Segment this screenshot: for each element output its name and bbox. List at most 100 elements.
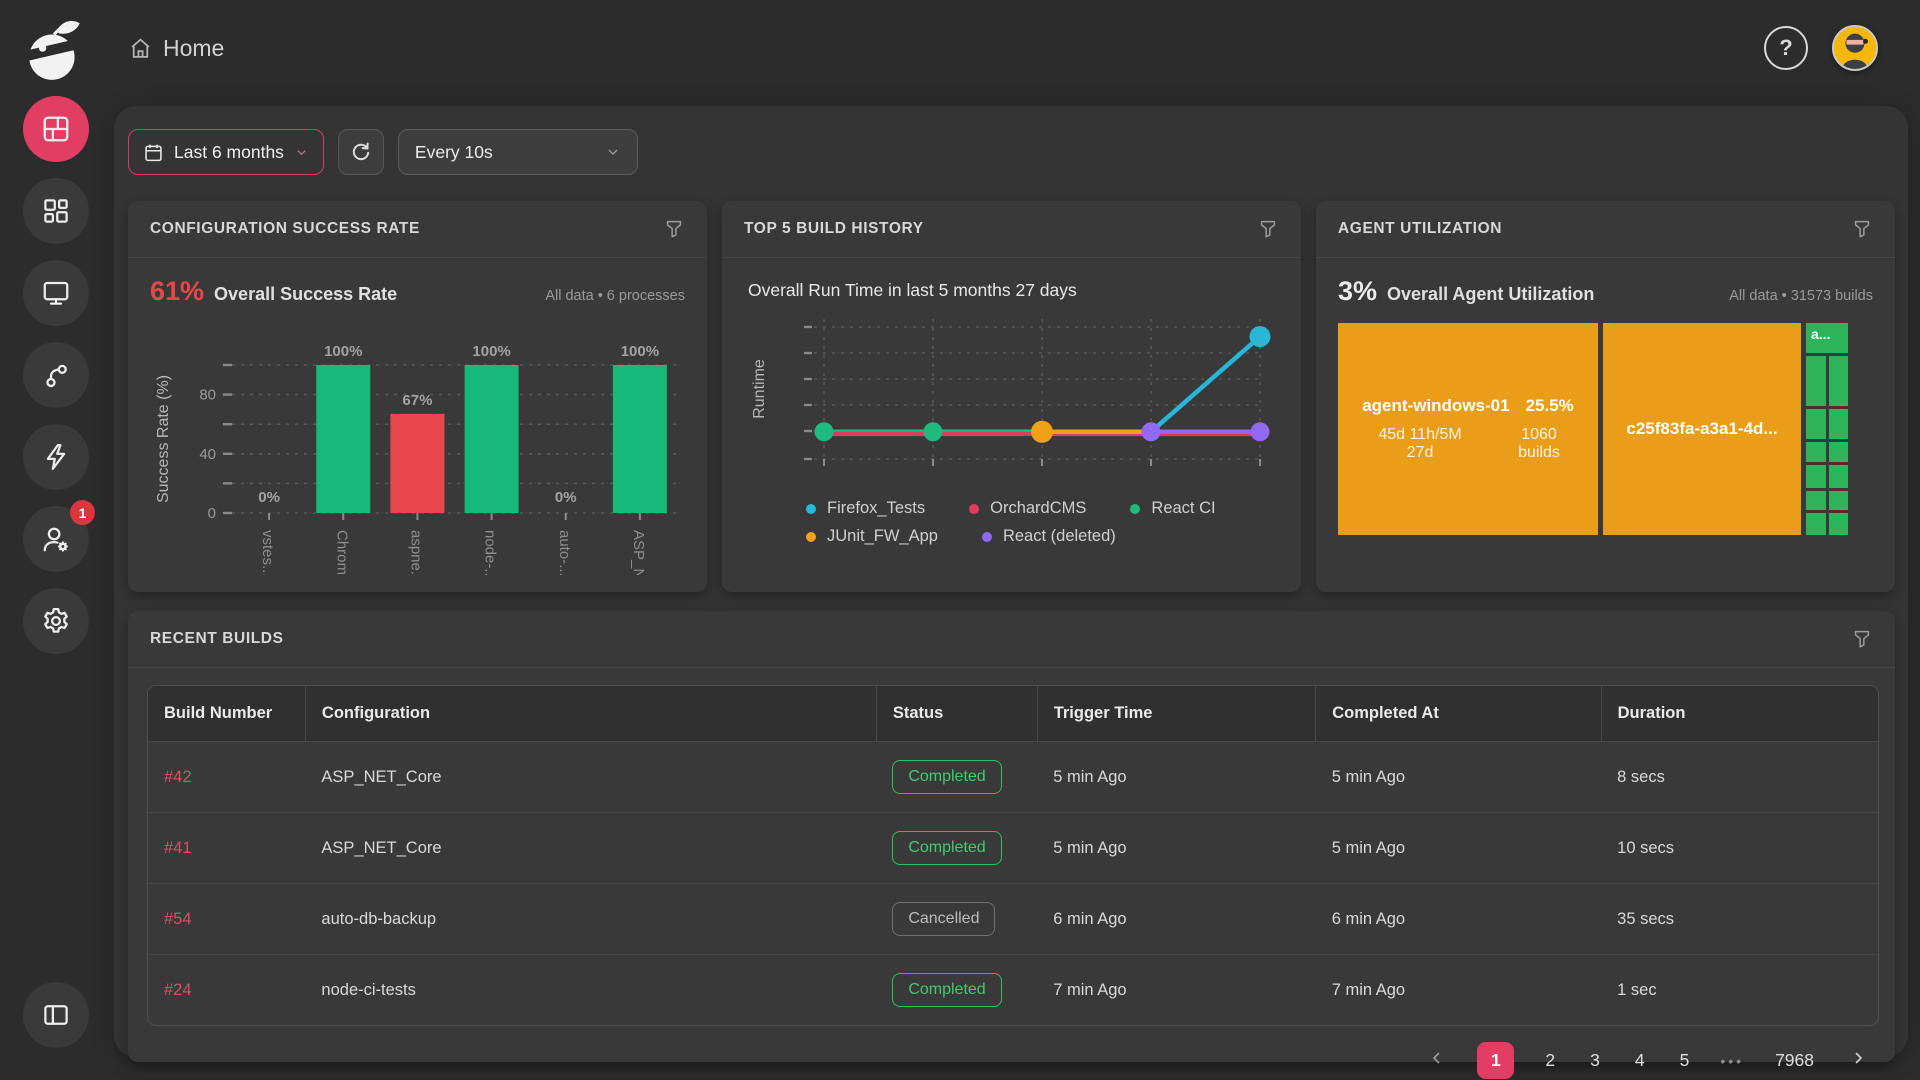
status-badge: Completed [892, 760, 1001, 794]
svg-text:67%: 67% [402, 392, 432, 409]
treemap-block-agent-windows-01[interactable]: agent-windows-01 25.5% 45d 11h/5M 27d 10… [1338, 323, 1598, 535]
table-header-row: Build Number Configuration Status Trigge… [148, 686, 1878, 742]
data-point-React (deleted)[interactable] [1142, 422, 1161, 441]
overall-agent-utilization-label: Overall Agent Utilization [1387, 284, 1594, 305]
sidebar-item-actions[interactable] [23, 424, 89, 490]
sidebar-item-pipelines[interactable] [23, 342, 89, 408]
pagination-previous-button[interactable] [1424, 1045, 1450, 1076]
pagination-next-button[interactable] [1845, 1045, 1871, 1076]
bar-Chrom...[interactable] [316, 365, 370, 513]
series-line-Firefox_Tests[interactable] [1151, 337, 1260, 432]
kiwi-ninja-logo-icon [23, 15, 89, 85]
data-point-JUnit_FW_App[interactable] [1031, 421, 1053, 443]
col-completed-at: Completed At [1316, 686, 1601, 742]
pagination-page-1[interactable]: 1 [1477, 1042, 1514, 1079]
legend-row: JUnit_FW_App React (deleted) [806, 527, 1279, 546]
pagination-ellipsis: ••• [1720, 1053, 1744, 1069]
table-row[interactable]: #42ASP_NET_CoreCompleted5 min Ago5 min A… [148, 742, 1878, 813]
dashboard-layout-icon [41, 114, 71, 144]
ninja-avatar-icon [1834, 27, 1876, 69]
filter-funnel-icon[interactable] [663, 218, 685, 240]
treemap-small-cell[interactable] [1806, 513, 1826, 535]
sidebar-collapse-button[interactable] [23, 982, 89, 1048]
refresh-interval-value: Every 10s [415, 142, 493, 163]
legend-item-React (deleted)[interactable]: React (deleted) [982, 527, 1116, 546]
completed-at-cell: 5 min Ago [1316, 813, 1601, 884]
legend-label: OrchardCMS [990, 499, 1086, 518]
agent-build-count: 1060 builds [1506, 426, 1572, 462]
treemap-small-cell[interactable] [1806, 491, 1826, 510]
data-point-React (deleted)[interactable] [1251, 422, 1270, 441]
treemap-small-cell[interactable] [1806, 356, 1826, 406]
svg-text:node-...: node-... [482, 530, 499, 575]
treemap-small-cell[interactable] [1829, 513, 1849, 535]
treemap-small-block[interactable]: a... [1806, 323, 1848, 353]
legend-item-React CI[interactable]: React CI [1130, 499, 1215, 518]
duration-cell: 1 sec [1601, 955, 1878, 1026]
lightning-bolt-icon [41, 442, 71, 472]
svg-text:Chrom...: Chrom... [333, 530, 350, 575]
sidebar-item-settings[interactable] [23, 588, 89, 654]
recent-builds-card: RECENT BUILDS Build Number Configuration… [128, 611, 1895, 1062]
treemap-cell-row [1806, 465, 1848, 488]
overall-agent-utilization-value: 3% [1338, 276, 1377, 307]
filter-funnel-icon[interactable] [1257, 218, 1279, 240]
bar-ASP_N...[interactable] [613, 365, 667, 513]
treemap-cell-row [1806, 356, 1848, 406]
help-button[interactable]: ? [1764, 26, 1808, 70]
col-duration: Duration [1601, 686, 1878, 742]
user-gear-icon [41, 524, 71, 554]
pagination-page-4[interactable]: 4 [1631, 1046, 1649, 1075]
refresh-interval-select[interactable]: Every 10s [398, 129, 638, 175]
bar-aspne...[interactable] [390, 414, 444, 513]
build-number-cell: #54 [148, 884, 305, 955]
trigger-time-cell: 5 min Ago [1037, 813, 1316, 884]
table-row[interactable]: #41ASP_NET_CoreCompleted5 min Ago5 min A… [148, 813, 1878, 884]
table-row[interactable]: #24node-ci-testsCompleted7 min Ago7 min … [148, 955, 1878, 1026]
treemap-small-cell[interactable] [1806, 442, 1826, 462]
filter-funnel-icon[interactable] [1851, 218, 1873, 240]
legend-dot-icon [969, 504, 979, 514]
legend-item-Firefox_Tests[interactable]: Firefox_Tests [806, 499, 925, 518]
svg-text:0%: 0% [555, 489, 577, 506]
treemap-small-cell[interactable] [1806, 465, 1826, 488]
pagination-page-2[interactable]: 2 [1541, 1046, 1559, 1075]
treemap-cell-row [1806, 491, 1848, 510]
treemap-small-cell[interactable] [1829, 465, 1849, 488]
bar-node-...[interactable] [465, 365, 519, 513]
col-trigger-time: Trigger Time [1037, 686, 1316, 742]
breadcrumb[interactable]: Home [128, 35, 224, 62]
treemap-small-cell[interactable] [1829, 491, 1849, 510]
treemap-small-cell[interactable] [1829, 356, 1849, 406]
date-range-dropdown[interactable]: Last 6 months [128, 129, 324, 175]
table-row[interactable]: #54auto-db-backupCancelled6 min Ago6 min… [148, 884, 1878, 955]
calendar-icon [143, 142, 164, 163]
treemap-cell-row [1806, 513, 1848, 535]
sidebar-item-user-management[interactable]: 1 [23, 506, 89, 572]
legend-item-OrchardCMS[interactable]: OrchardCMS [969, 499, 1086, 518]
data-point-Firefox_Tests[interactable] [1250, 326, 1271, 347]
pagination-page-5[interactable]: 5 [1676, 1046, 1694, 1075]
col-configuration: Configuration [305, 686, 876, 742]
git-branch-icon [41, 360, 71, 390]
sidebar-item-applications[interactable] [23, 178, 89, 244]
data-scope-label: All data • 31573 builds [1729, 288, 1873, 304]
app-logo[interactable] [20, 12, 92, 88]
pagination-page-7968[interactable]: 7968 [1771, 1046, 1818, 1075]
legend-dot-icon [1130, 504, 1140, 514]
sidebar-item-dashboard[interactable] [23, 96, 89, 162]
treemap-small-cell[interactable] [1829, 442, 1849, 462]
user-avatar[interactable] [1832, 25, 1878, 71]
configuration-success-rate-card: CONFIGURATION SUCCESS RATE 61% Overall S… [128, 201, 707, 592]
pagination-page-3[interactable]: 3 [1586, 1046, 1604, 1075]
refresh-button[interactable] [338, 129, 384, 175]
filter-funnel-icon[interactable] [1851, 628, 1873, 650]
data-point-React CI[interactable] [924, 422, 943, 441]
treemap-small-cell[interactable] [1806, 409, 1826, 439]
treemap-small-cell[interactable] [1829, 409, 1849, 439]
legend-item-JUnit_FW_App[interactable]: JUnit_FW_App [806, 527, 938, 546]
data-point-React CI[interactable] [815, 422, 834, 441]
treemap-block-agent-2[interactable]: c25f83fa-a3a1-4d... [1603, 323, 1801, 535]
card-title: AGENT UTILIZATION [1338, 220, 1502, 238]
sidebar-item-environments[interactable] [23, 260, 89, 326]
